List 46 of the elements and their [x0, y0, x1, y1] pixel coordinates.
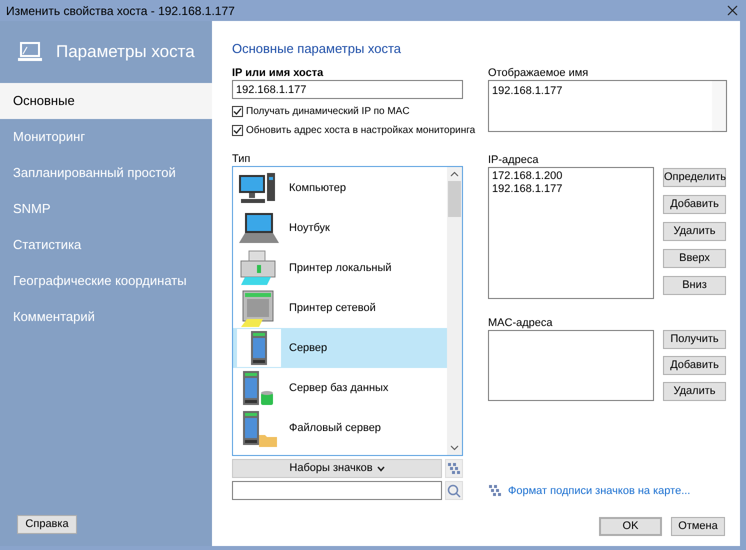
list-button[interactable]: Вниз	[663, 276, 726, 295]
list-button[interactable]: Вверх	[663, 249, 726, 268]
checkbox[interactable]	[232, 125, 243, 136]
ok-button[interactable]: OK	[599, 517, 662, 536]
ip-address-item[interactable]: 172.168.1.200	[492, 170, 650, 183]
type-list-item[interactable]: Принтер сетевой	[233, 288, 447, 328]
window-title: Изменить свойства хоста - 192.168.1.177	[6, 2, 235, 20]
field-label: IP или имя хоста	[232, 66, 324, 79]
list-button[interactable]: Добавить	[663, 195, 726, 214]
sidebar-title: Параметры хоста	[56, 41, 195, 64]
checkbox-label: Обновить адрес хоста в настройках мониторинга	[246, 124, 476, 138]
close-icon[interactable]	[727, 5, 738, 16]
scrollbar[interactable]	[447, 167, 462, 455]
list-button[interactable]: Определить	[663, 168, 726, 187]
server-icon	[251, 329, 267, 367]
field-label: MAC-адреса	[488, 316, 554, 329]
help-button[interactable]: Справка	[17, 515, 77, 534]
checkbox-label: Получать динамический IP по MAC	[246, 105, 410, 119]
search-button[interactable]	[445, 481, 463, 500]
icon-sets-button[interactable]: Наборы значков	[232, 459, 442, 478]
label-format-link[interactable]: Формат подписи значков на карте...	[508, 482, 690, 500]
field-label: Тип	[232, 152, 252, 165]
list-button[interactable]: Добавить	[663, 356, 726, 375]
type-list-item[interactable]: Файловый сервер	[233, 408, 447, 448]
list-button[interactable]: Получить	[663, 330, 726, 349]
input-field[interactable]: 192.168.1.177	[232, 80, 463, 99]
display-name-field[interactable]: 192.168.1.177	[488, 80, 727, 132]
type-list-item[interactable]: Компьютер	[233, 168, 447, 208]
scrollbar-thumb[interactable]	[448, 181, 461, 217]
checkbox[interactable]	[232, 106, 243, 117]
search-icon	[447, 484, 461, 498]
list-button[interactable]: Удалить	[663, 222, 726, 241]
type-list-item[interactable]: Ноутбук	[233, 208, 447, 248]
type-list-item[interactable]: Сервер баз данных	[233, 368, 447, 408]
sidebar-item[interactable]: Основные	[0, 83, 212, 119]
search-field[interactable]	[232, 481, 442, 500]
cancel-button[interactable]: Отмена	[671, 517, 725, 536]
type-list-item[interactable]: Принтер локальный	[233, 248, 447, 288]
ip-address-item[interactable]: 192.168.1.177	[492, 183, 650, 196]
field-label: IP-адреса	[488, 153, 540, 166]
type-list-item[interactable]: Сервер	[233, 328, 447, 368]
laptop-icon	[18, 41, 42, 63]
field-label: Отображаемое имя	[488, 66, 590, 79]
list-button[interactable]: Удалить	[663, 382, 726, 401]
chevron-down-icon	[376, 466, 385, 472]
section-title: Основные параметры хоста	[232, 40, 402, 58]
